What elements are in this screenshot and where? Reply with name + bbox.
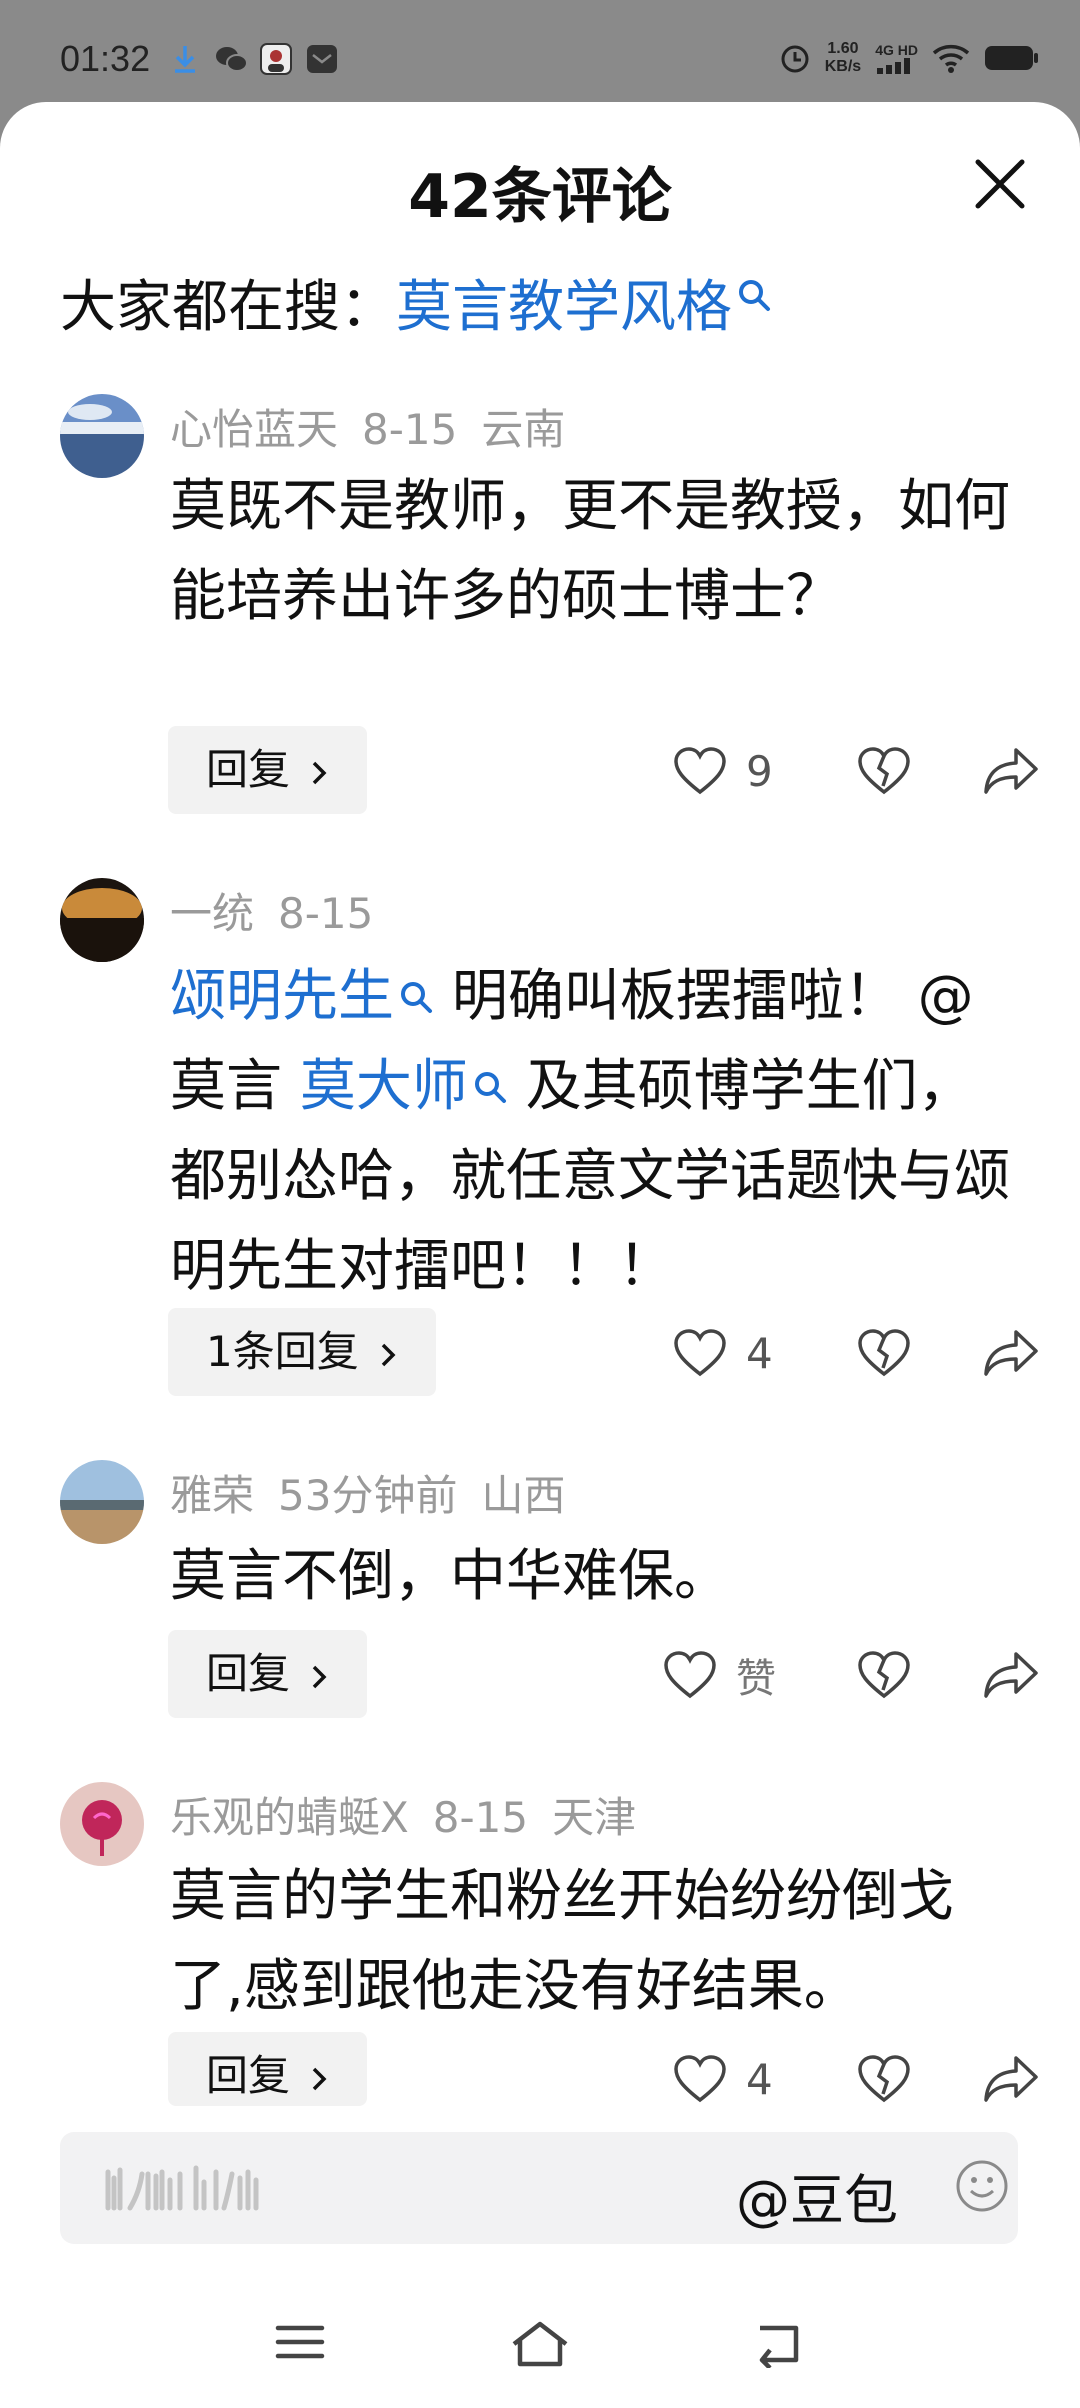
wifi-icon — [932, 45, 970, 73]
comment-username[interactable]: 一统 — [170, 889, 254, 938]
battery-icon — [985, 46, 1038, 70]
user-photo-icon — [260, 43, 292, 75]
share-button[interactable] — [982, 1328, 1040, 1378]
search-icon — [398, 952, 434, 1013]
status-bar: 01:32 1.60 KB/s 4G HD — [0, 0, 1080, 110]
dislike-button[interactable] — [856, 1328, 912, 1378]
navigation-bar — [0, 2300, 1080, 2390]
share-icon — [984, 1330, 1038, 1376]
search-icon — [472, 1042, 508, 1103]
broken-heart-icon — [858, 2055, 910, 2103]
comment-username[interactable]: 心怡蓝天 — [170, 405, 338, 454]
comment-location: 天津 — [552, 1793, 637, 1842]
share-icon — [984, 1652, 1038, 1698]
mention-doubao[interactable]: @豆包 — [736, 2156, 898, 2235]
menu-icon[interactable] — [274, 2320, 326, 2368]
comment-location: 山西 — [481, 1471, 566, 1520]
reply-button[interactable]: 回复 — [168, 2032, 368, 2106]
comment-actions: 4 — [672, 1318, 1040, 1388]
chevron-right-icon — [313, 2067, 327, 2091]
close-icon[interactable] — [970, 154, 1030, 214]
dislike-button[interactable] — [856, 1650, 912, 1700]
heart-icon — [664, 1651, 716, 1699]
share-button[interactable] — [982, 746, 1040, 796]
comment-text: 颂明先生 明确叫板摆擂啦！ @莫言 莫大师 及其硕博学生们，都别怂哈，就任意文学… — [170, 952, 1010, 1312]
reply-button[interactable]: 回复 — [168, 1630, 368, 1718]
comment-date: 8-15 — [432, 1793, 529, 1842]
comment-date: 53分钟前 — [278, 1471, 458, 1520]
comment-username[interactable]: 雅荣 — [170, 1471, 254, 1520]
like-count: 赞 — [736, 1656, 776, 1702]
alarm-icon — [781, 45, 809, 73]
chevron-right-icon — [313, 761, 327, 785]
comment-date: 8-15 — [362, 405, 458, 454]
signal-icon: 4G HD — [875, 42, 918, 74]
reply-button[interactable]: 回复 — [168, 726, 368, 814]
mention-link[interactable]: 莫大师 — [300, 1054, 468, 1119]
comment-meta: 雅荣 53分钟前 山西 — [170, 1462, 589, 1523]
like-button[interactable]: 赞 — [662, 1646, 806, 1704]
status-time: 01:32 — [60, 38, 151, 79]
comment-meta: 乐观的蜻蜓X 8-15 天津 — [170, 1784, 660, 1845]
comment-text: 莫既不是教师，更不是教授，如何能培养出许多的硕士博士？ — [170, 474, 1010, 629]
mail-icon — [306, 44, 338, 74]
like-count: 4 — [746, 1328, 773, 1378]
comment-actions: 9 — [672, 736, 1040, 806]
like-count: 4 — [746, 2054, 773, 2104]
status-right-group: 1.60 KB/s 4G HD — [779, 40, 1040, 76]
comment-text: 莫言的学生和粉丝开始纷纷倒戈了,感到跟他走没有好结果。 — [170, 1864, 954, 2019]
heart-icon — [674, 2055, 726, 2103]
share-icon — [984, 2056, 1038, 2102]
share-button[interactable] — [982, 1650, 1040, 1700]
comment-input[interactable]: @豆包 — [60, 2132, 1018, 2244]
trending-term-link[interactable]: 莫言教学风格 — [396, 275, 732, 340]
share-button[interactable] — [982, 2054, 1040, 2104]
comment-actions: 4 — [672, 2044, 1040, 2114]
comment-meta: 一统 8-15 — [170, 880, 397, 941]
avatar[interactable] — [60, 878, 144, 962]
like-count: 9 — [746, 746, 773, 796]
trending-label: 大家都在搜： — [60, 275, 396, 340]
comment-text: 莫言不倒，中华难保。 — [170, 1544, 730, 1609]
comment-location: 云南 — [481, 405, 566, 454]
like-button[interactable]: 4 — [672, 2054, 798, 2104]
handwriting-placeholder — [105, 2165, 259, 2211]
trending-search: 大家都在搜：莫言教学风格 — [60, 262, 772, 343]
heart-icon — [674, 747, 726, 795]
like-button[interactable]: 9 — [672, 746, 798, 796]
like-button[interactable]: 4 — [672, 1328, 798, 1378]
comment-actions: 赞 — [662, 1640, 1040, 1710]
broken-heart-icon — [858, 747, 910, 795]
back-icon[interactable] — [754, 2320, 806, 2372]
view-replies-button[interactable]: 1条回复 — [168, 1308, 437, 1396]
broken-heart-icon — [858, 1329, 910, 1377]
wechat-icon — [214, 44, 248, 74]
avatar[interactable] — [60, 1460, 144, 1544]
dislike-button[interactable] — [856, 2054, 912, 2104]
home-icon[interactable] — [510, 2320, 570, 2372]
emoji-icon[interactable] — [954, 2158, 1010, 2218]
search-icon — [736, 262, 772, 311]
avatar[interactable] — [60, 1782, 144, 1866]
heart-icon — [674, 1329, 726, 1377]
net-speed: 1.60 KB/s — [824, 40, 862, 75]
avatar[interactable] — [60, 394, 144, 478]
comment-meta: 心怡蓝天 8-15 云南 — [170, 396, 589, 457]
broken-heart-icon — [858, 1651, 910, 1699]
dislike-button[interactable] — [856, 746, 912, 796]
chevron-right-icon — [381, 1343, 396, 1367]
chevron-right-icon — [313, 1665, 327, 1689]
share-icon — [984, 748, 1038, 794]
download-icon — [172, 44, 198, 74]
mention-link[interactable]: 颂明先生 — [170, 964, 394, 1029]
comments-title: 42条评论 — [408, 162, 672, 232]
comment-username[interactable]: 乐观的蜻蜓X — [170, 1793, 409, 1842]
comment-date: 8-15 — [278, 889, 374, 938]
